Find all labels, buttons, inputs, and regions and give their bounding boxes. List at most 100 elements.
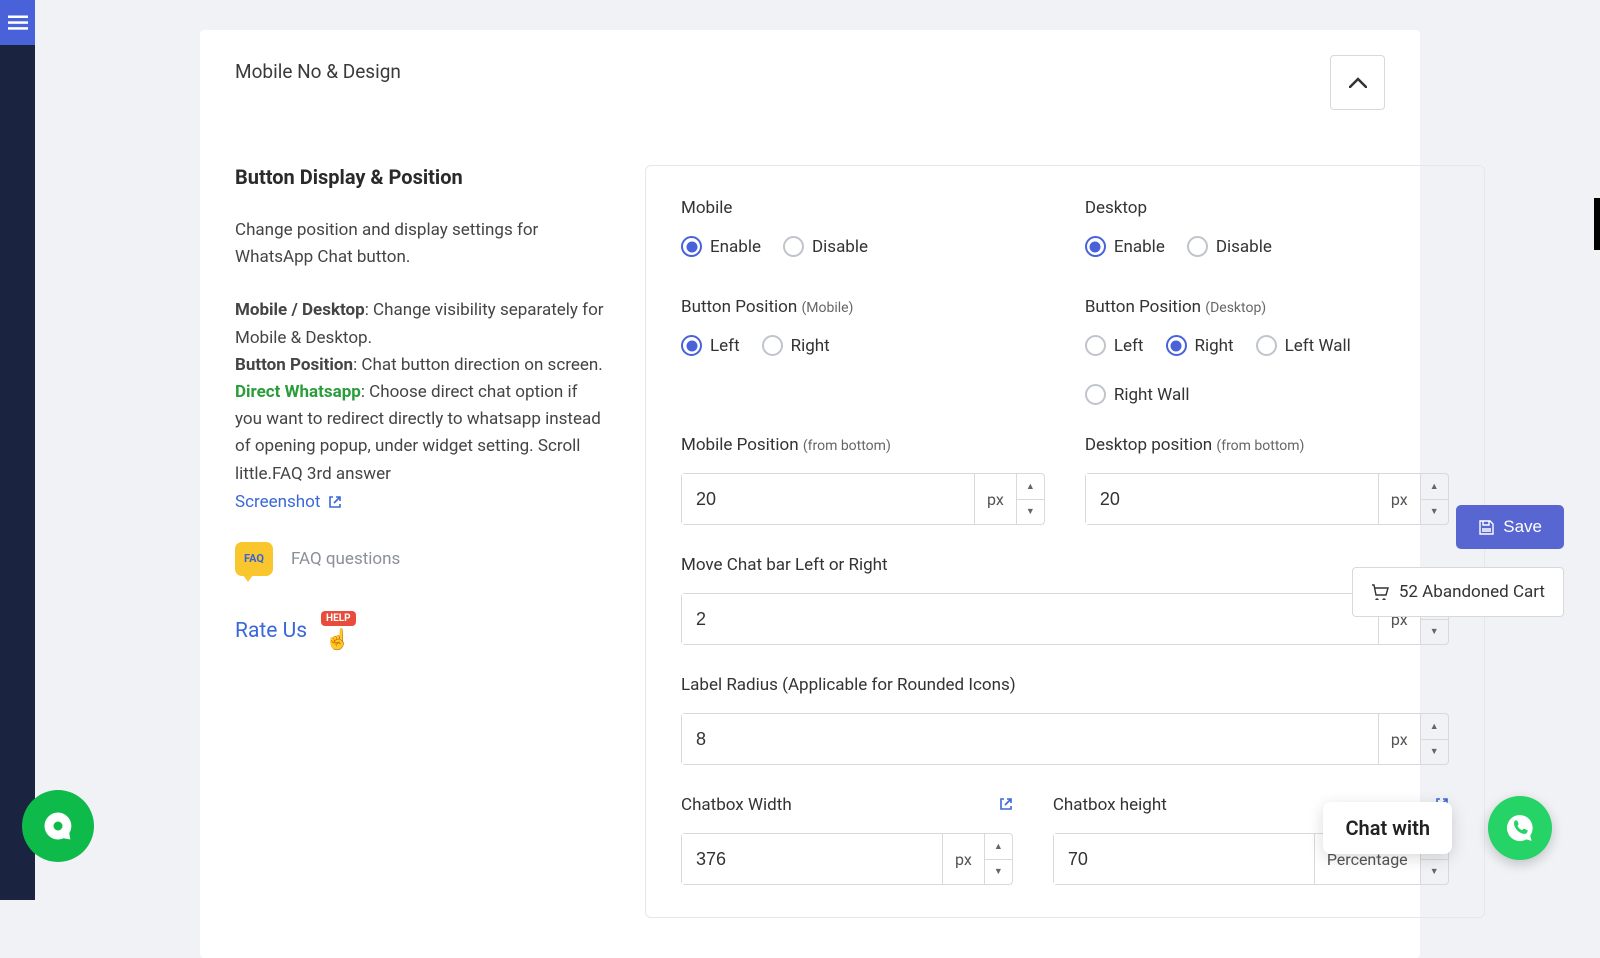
mobile-button-position: Button Position (Mobile) Left Right — [681, 297, 1045, 405]
desktop-btnpos-group: Left Right Left Wall — [1085, 335, 1449, 356]
desktop-radio-group: Enable Disable — [1085, 236, 1449, 257]
desktop-pos-left-radio[interactable]: Left — [1085, 335, 1144, 356]
label-radius-spinner: ▲ ▼ — [1420, 714, 1448, 764]
mobile-desktop-term: Mobile / Desktop — [235, 300, 365, 320]
faq-row[interactable]: FAQ FAQ questions — [235, 542, 605, 576]
cart-icon — [1371, 584, 1389, 600]
button-position-row: Button Position (Mobile) Left Right Butt… — [681, 297, 1449, 405]
move-chat-input-group: px ▲ ▼ — [681, 593, 1449, 645]
desktop-pos-rightwall-radio[interactable]: Right Wall — [1085, 384, 1190, 405]
help-paragraph: Mobile / Desktop: Change visibility sepa… — [235, 297, 605, 487]
unit-px: px — [974, 474, 1016, 524]
abandoned-cart-box[interactable]: 52 Abandoned Cart — [1352, 567, 1564, 617]
spinner-down[interactable]: ▼ — [985, 860, 1012, 885]
spinner-down[interactable]: ▼ — [1017, 500, 1044, 525]
mobile-label: Mobile — [681, 198, 1045, 218]
chatbox-width: Chatbox Width px ▲ ▼ — [681, 795, 1013, 885]
mobile-pos-right-radio[interactable]: Right — [762, 335, 830, 356]
desktop-offset-label: Desktop position (from bottom) — [1085, 435, 1449, 455]
pointing-hand-icon: ☝️ — [325, 627, 350, 651]
section-description: Change position and display settings for… — [235, 217, 605, 271]
move-chat-row: Move Chat bar Left or Right px ▲ ▼ — [681, 555, 1449, 645]
chat-bubble-icon — [40, 808, 76, 844]
save-icon — [1478, 519, 1495, 536]
external-link-icon — [328, 495, 342, 509]
label-radius-row: Label Radius (Applicable for Rounded Ico… — [681, 675, 1449, 765]
chatbox-height-input[interactable] — [1054, 834, 1314, 884]
visibility-row: Mobile Enable Disable Desktop Enable Dis… — [681, 198, 1449, 257]
screenshot-link[interactable]: Screenshot — [235, 492, 342, 512]
mobile-visibility: Mobile Enable Disable — [681, 198, 1045, 257]
mobile-disable-radio[interactable]: Disable — [783, 236, 868, 257]
settings-panel: Mobile No & Design Button Display & Posi… — [200, 30, 1420, 958]
rate-us-link[interactable]: Rate Us — [235, 619, 307, 643]
help-icon[interactable]: HELP ☝️ — [315, 611, 355, 651]
description-column: Button Display & Position Change positio… — [235, 165, 605, 918]
desktop-btnpos-label: Button Position (Desktop) — [1085, 297, 1449, 317]
spinner-down[interactable]: ▼ — [1421, 620, 1448, 645]
faq-text: FAQ questions — [291, 549, 400, 569]
mobile-offset: Mobile Position (from bottom) px ▲ ▼ — [681, 435, 1045, 525]
position-offset-row: Mobile Position (from bottom) px ▲ ▼ Des… — [681, 435, 1449, 525]
content-row: Button Display & Position Change positio… — [235, 165, 1385, 918]
desktop-enable-radio[interactable]: Enable — [1085, 236, 1165, 257]
desktop-label: Desktop — [1085, 198, 1449, 218]
mobile-offset-label: Mobile Position (from bottom) — [681, 435, 1045, 455]
spinner-up[interactable]: ▲ — [1421, 714, 1448, 740]
mobile-offset-input[interactable] — [682, 474, 974, 524]
unit-px: px — [1378, 714, 1420, 764]
mobile-offset-input-group: px ▲ ▼ — [681, 473, 1045, 525]
label-radius-input[interactable] — [682, 714, 1378, 764]
spinner-up[interactable]: ▲ — [1421, 474, 1448, 500]
external-link-icon[interactable] — [999, 796, 1013, 815]
chevron-up-icon — [1349, 77, 1367, 88]
chatbox-width-input-group: px ▲ ▼ — [681, 833, 1013, 885]
chatbox-width-spinner: ▲ ▼ — [984, 834, 1012, 884]
mobile-enable-radio[interactable]: Enable — [681, 236, 761, 257]
chatbox-width-input[interactable] — [682, 834, 942, 884]
hamburger-icon — [8, 15, 28, 31]
desktop-visibility: Desktop Enable Disable — [1085, 198, 1449, 257]
right-action-column: Save 52 Abandoned Cart — [1352, 505, 1564, 617]
hamburger-button[interactable] — [0, 0, 35, 45]
move-chat-label: Move Chat bar Left or Right — [681, 555, 1449, 575]
chatbox-width-label: Chatbox Width — [681, 795, 792, 815]
desktop-btnpos-group2: Right Wall — [1085, 384, 1449, 405]
unit-px: px — [942, 834, 984, 884]
section-heading: Button Display & Position — [235, 165, 605, 189]
whatsapp-fab-button[interactable] — [1488, 796, 1552, 860]
label-radius-input-group: px ▲ ▼ — [681, 713, 1449, 765]
mobile-radio-group: Enable Disable — [681, 236, 1045, 257]
desktop-button-position: Button Position (Desktop) Left Right Lef… — [1085, 297, 1449, 405]
spinner-up[interactable]: ▲ — [1017, 474, 1044, 500]
spinner-up[interactable]: ▲ — [985, 834, 1012, 860]
mobile-btnpos-group: Left Right — [681, 335, 1045, 356]
faq-badge-icon: FAQ — [235, 542, 273, 576]
chatbox-height-label: Chatbox height — [1053, 795, 1167, 815]
sidebar-stub — [0, 0, 35, 900]
desktop-pos-right-radio[interactable]: Right — [1166, 335, 1234, 356]
desktop-offset-input[interactable] — [1086, 474, 1378, 524]
mobile-btnpos-label: Button Position (Mobile) — [681, 297, 1045, 317]
whatsapp-icon — [1501, 809, 1539, 847]
help-badge: HELP — [321, 611, 356, 626]
collapse-button[interactable] — [1330, 55, 1385, 110]
spinner-down[interactable]: ▼ — [1421, 740, 1448, 765]
desktop-disable-radio[interactable]: Disable — [1187, 236, 1272, 257]
support-chat-fab[interactable] — [22, 790, 94, 862]
label-radius-label: Label Radius (Applicable for Rounded Ico… — [681, 675, 1449, 695]
panel-title: Mobile No & Design — [235, 60, 401, 83]
desktop-pos-leftwall-radio[interactable]: Left Wall — [1256, 335, 1351, 356]
move-chat-input[interactable] — [682, 594, 1378, 644]
scrollbar-indicator[interactable] — [1594, 198, 1600, 250]
direct-whatsapp-term: Direct Whatsapp — [235, 382, 361, 402]
mobile-offset-spinner: ▲ ▼ — [1016, 474, 1044, 524]
chatbox-width-label-row: Chatbox Width — [681, 795, 1013, 815]
spinner-down[interactable]: ▼ — [1421, 860, 1448, 885]
save-button[interactable]: Save — [1456, 505, 1564, 549]
chat-with-tooltip: Chat with — [1323, 802, 1452, 854]
rate-us-row: Rate Us HELP ☝️ — [235, 611, 605, 651]
mobile-pos-left-radio[interactable]: Left — [681, 335, 740, 356]
panel-header: Mobile No & Design — [235, 60, 1385, 110]
button-position-term: Button Position — [235, 355, 353, 375]
